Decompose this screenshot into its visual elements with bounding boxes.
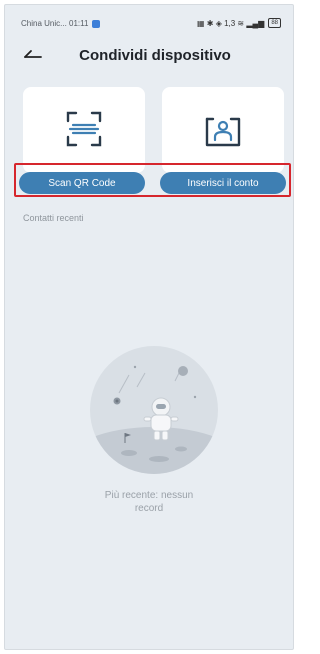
scan-qr-icon (66, 111, 102, 147)
empty-state-message: Più recente: nessun record (104, 490, 194, 514)
carrier-time: China Unic... 01:11 (21, 19, 89, 28)
header: Condividi dispositivo (5, 41, 293, 75)
scan-qr-card[interactable] (23, 87, 145, 173)
account-icon (205, 117, 241, 147)
enter-account-button[interactable]: Inserisci il conto (160, 172, 286, 194)
status-left: China Unic... 01:11 (21, 19, 101, 28)
battery-icon: 88 (268, 18, 281, 28)
status-icons: ▦ ✱ ◈ 1,3 ≋ ▂▄▆ (196, 18, 265, 28)
account-card[interactable] (162, 87, 284, 173)
notification-icon (92, 19, 101, 28)
recent-contacts-label: Contatti recenti (23, 213, 84, 223)
scan-qr-button[interactable]: Scan QR Code (19, 172, 145, 194)
status-bar: China Unic... 01:11 ▦ ✱ ◈ 1,3 ≋ ▂▄▆ 88 (5, 5, 293, 41)
status-right: ▦ ✱ ◈ 1,3 ≋ ▂▄▆ 88 (197, 18, 281, 28)
empty-state-astronaut-icon (90, 346, 218, 474)
app-screen: China Unic... 01:11 ▦ ✱ ◈ 1,3 ≋ ▂▄▆ 88 C… (4, 4, 294, 650)
page-title: Condividi dispositivo (79, 47, 231, 64)
